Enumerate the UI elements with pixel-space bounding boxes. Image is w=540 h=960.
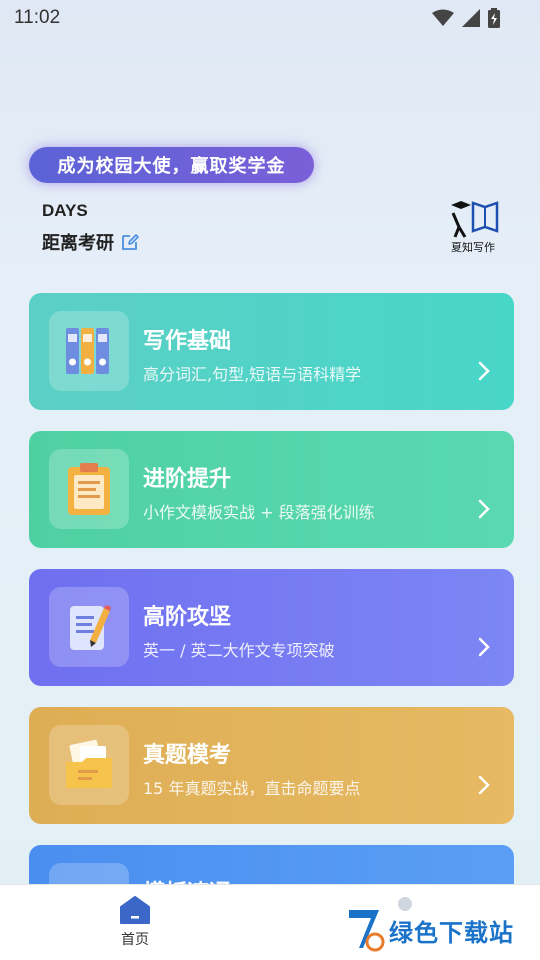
wifi-icon <box>432 9 454 26</box>
days-label: DAYS <box>42 201 88 220</box>
card-subtitle: 高分词汇,句型,短语与语科精学 <box>143 365 362 384</box>
card-past-exam-mock[interactable]: 真题模考 15 年真题实战，直击命题要点 <box>29 707 514 824</box>
cellular-signal-icon <box>462 9 480 27</box>
card-title: 进阶提升 <box>143 467 232 492</box>
promo-badge[interactable]: 成为校园大使，赢取奖学金 <box>29 147 314 183</box>
chevron-right-icon <box>478 637 490 657</box>
card-icon-box <box>49 587 129 667</box>
chevron-right-icon <box>478 775 490 795</box>
document-pencil-icon <box>70 605 111 650</box>
card-title: 写作基础 <box>143 329 232 354</box>
logo-text: 夏知写作 <box>451 240 495 254</box>
status-time: 11:02 <box>14 7 61 28</box>
card-subtitle: 小作文模板实战 + 段落强化训练 <box>143 503 375 522</box>
battery-icon <box>488 8 500 28</box>
card-icon-box <box>49 311 129 391</box>
card-subtitle: 英一 / 英二大作文专项突破 <box>143 641 335 660</box>
watermark-text: 绿色下载站 <box>389 918 514 947</box>
clipboard-icon <box>68 463 110 515</box>
edit-icon[interactable] <box>120 232 140 252</box>
countdown-row[interactable]: 距离考研 <box>42 229 140 255</box>
countdown-label: 距离考研 <box>42 233 114 254</box>
app-logo: 夏知写作 <box>445 197 501 255</box>
status-bar: 11:02 <box>0 0 540 36</box>
folder-icon <box>66 739 112 788</box>
course-card-list: 写作基础 高分词汇,句型,短语与语科精学 进阶提升 小作文模板实战 + 段落强化… <box>29 293 514 960</box>
site-watermark: 绿色下载站 <box>345 908 514 952</box>
watermark-logo-icon <box>349 910 385 952</box>
card-icon-box <box>49 449 129 529</box>
nav-home[interactable]: 首页 <box>110 895 160 949</box>
chevron-right-icon <box>478 361 490 381</box>
card-title: 真题模考 <box>143 743 232 768</box>
nav-home-label: 首页 <box>121 932 149 948</box>
home-icon <box>120 896 150 924</box>
binders-icon <box>66 328 109 374</box>
card-title: 高阶攻坚 <box>143 605 232 630</box>
status-icons <box>432 8 500 28</box>
card-writing-basics[interactable]: 写作基础 高分词汇,句型,短语与语科精学 <box>29 293 514 410</box>
card-icon-box <box>49 725 129 805</box>
card-advanced-improvement[interactable]: 进阶提升 小作文模板实战 + 段落强化训练 <box>29 431 514 548</box>
chevron-right-icon <box>478 499 490 519</box>
card-subtitle: 15 年真题实战，直击命题要点 <box>143 779 361 798</box>
card-high-level-challenge[interactable]: 高阶攻坚 英一 / 英二大作文专项突破 <box>29 569 514 686</box>
